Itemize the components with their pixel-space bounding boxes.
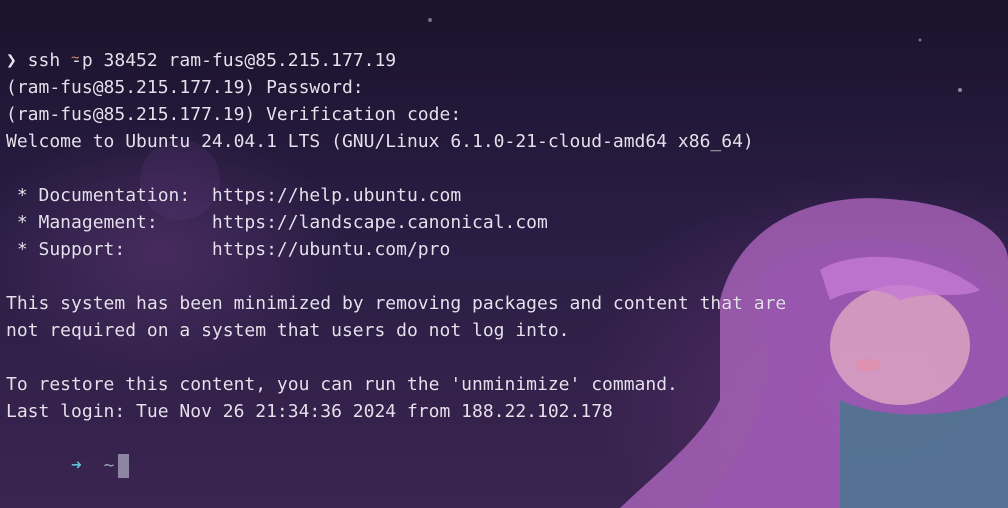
output-line: * Support: https://ubuntu.com/pro xyxy=(6,239,451,260)
prompt-arrow-icon: ➜ xyxy=(71,455,82,476)
output-line xyxy=(6,344,1008,371)
output-line: This system has been minimized by removi… xyxy=(6,293,787,314)
terminal-output: ~ ❯ ssh -p 38452 ram-fus@85.215.177.19 (… xyxy=(6,33,1008,478)
ssh-command-line: ❯ ssh -p 38452 ram-fus@85.215.177.19 xyxy=(6,47,1008,74)
prompt-dir: ~ xyxy=(103,455,115,476)
terminal-window[interactable]: ~ ❯ ssh -p 38452 ram-fus@85.215.177.19 (… xyxy=(0,0,1008,508)
prompt-chevron-icon: ❯ xyxy=(6,50,17,71)
output-line xyxy=(6,263,1008,290)
output-line xyxy=(6,155,1008,182)
output-line: Last login: Tue Nov 26 21:34:36 2024 fro… xyxy=(6,401,613,422)
output-line: * Management: https://landscape.canonica… xyxy=(6,212,548,233)
output-line: Welcome to Ubuntu 24.04.1 LTS (GNU/Linux… xyxy=(6,131,754,152)
top-tilde-line: ~ xyxy=(6,27,1008,66)
output-line: To restore this content, you can run the… xyxy=(6,374,678,395)
ssh-command-text: ssh -p 38452 ram-fus@85.215.177.19 xyxy=(16,50,397,71)
output-line: (ram-fus@85.215.177.19) Password: xyxy=(6,77,364,98)
prompt-line[interactable]: ➜ ~ xyxy=(6,425,1008,478)
output-line: not required on a system that users do n… xyxy=(6,320,570,341)
output-line: * Documentation: https://help.ubuntu.com xyxy=(6,185,462,206)
output-line: (ram-fus@85.215.177.19) Verification cod… xyxy=(6,104,462,125)
text-cursor[interactable] xyxy=(118,454,130,478)
